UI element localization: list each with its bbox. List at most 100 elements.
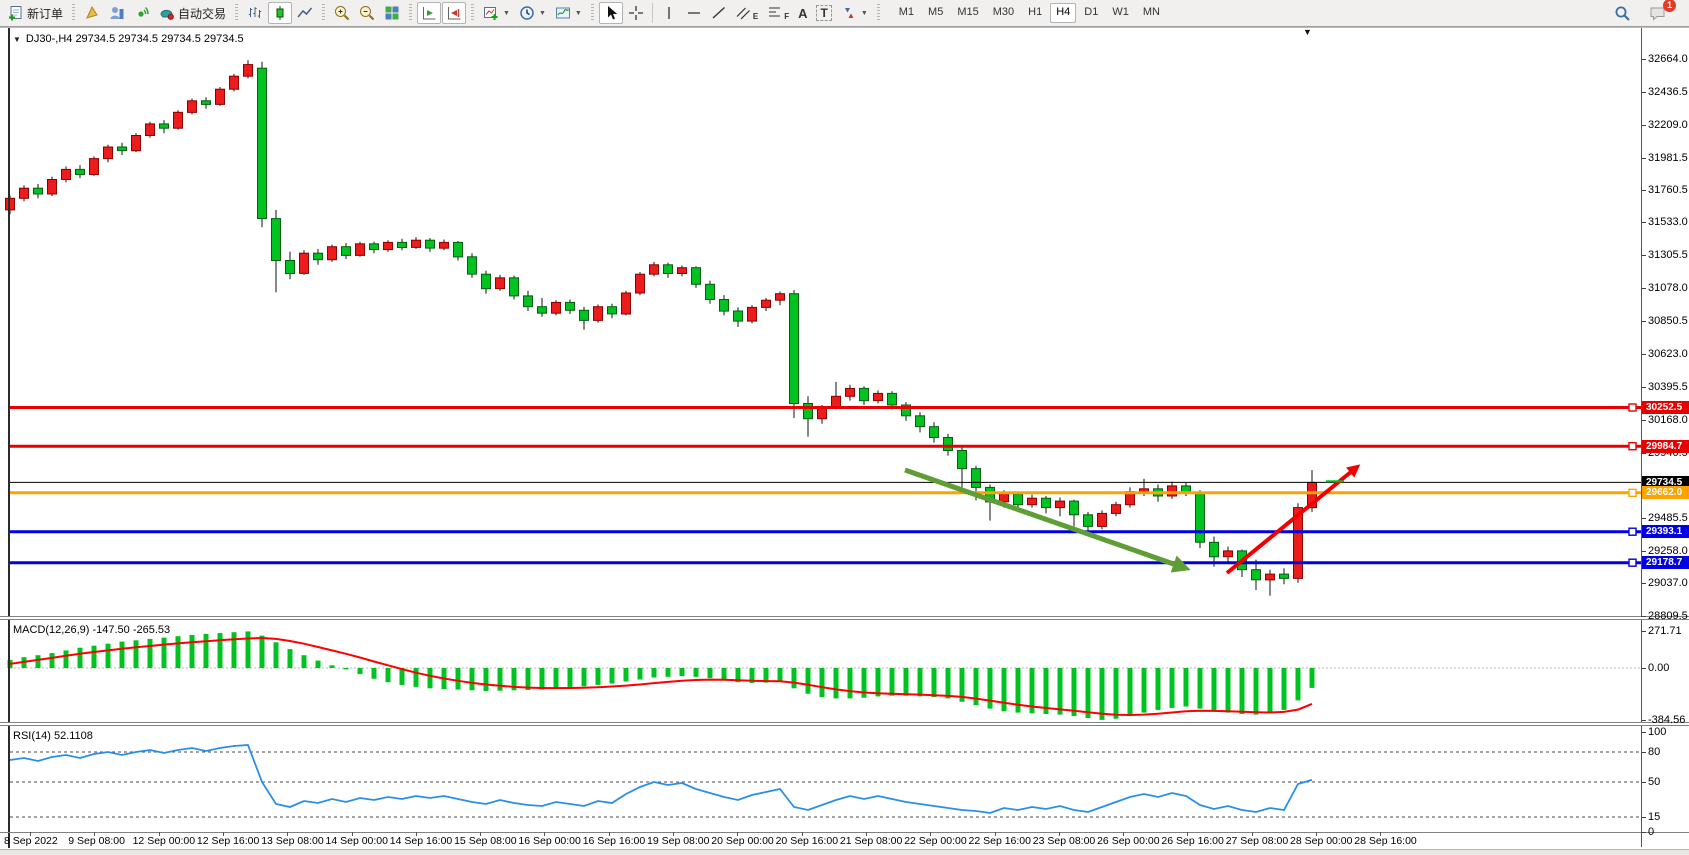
axis-tick: [1641, 832, 1646, 833]
macd-tick-label: 0.00: [1648, 662, 1669, 674]
candle: [874, 391, 883, 404]
candle: [832, 382, 841, 409]
rsi-tick-label: 50: [1648, 776, 1660, 788]
price-badge: 30252.5: [1642, 401, 1689, 414]
macd-histogram-bar: [456, 668, 461, 690]
candle: [412, 237, 421, 249]
rsi-panel-separator[interactable]: [0, 722, 1689, 726]
time-axis-tick: [1059, 832, 1060, 836]
candle: [1126, 487, 1135, 507]
candle: [678, 266, 687, 277]
candle: [258, 62, 267, 228]
time-axis-tick: [30, 832, 31, 836]
axis-tick: [1641, 222, 1646, 223]
price-tick-label: 30395.5: [1648, 381, 1688, 393]
time-axis-tick: [609, 832, 610, 836]
time-axis-label: 22 Sep 16:00: [969, 835, 1031, 847]
line-handle[interactable]: [1629, 404, 1636, 411]
line-handle[interactable]: [1629, 559, 1636, 566]
macd-histogram-bar: [190, 635, 195, 668]
macd-histogram-bar: [64, 650, 69, 668]
line-handle[interactable]: [1629, 489, 1636, 496]
candle: [90, 156, 99, 176]
price-tick-label: 30168.0: [1648, 414, 1688, 426]
time-axis-label: 14 Sep 16:00: [390, 835, 452, 847]
time-axis-tick: [802, 832, 803, 836]
candle: [160, 120, 169, 133]
macd-histogram-bar: [1002, 668, 1007, 711]
time-axis-label: 16 Sep 00:00: [518, 835, 580, 847]
downtrend-arrow[interactable]: [905, 470, 1185, 568]
macd-histogram-bar: [610, 668, 615, 684]
candle: [1028, 495, 1037, 508]
candle: [146, 122, 155, 138]
macd-histogram-bar: [722, 668, 727, 680]
macd-histogram-bar: [288, 649, 293, 668]
time-axis-line: [0, 832, 1689, 833]
macd-histogram-bar: [806, 668, 811, 694]
macd-histogram-bar: [1072, 668, 1077, 716]
macd-histogram-bar: [414, 668, 419, 687]
candle: [594, 305, 603, 323]
chart-title[interactable]: ▼ DJ30-,H4 29734.5 29734.5 29734.5 29734…: [13, 33, 244, 45]
candle: [1266, 570, 1275, 596]
time-axis-label: 26 Sep 16:00: [1161, 835, 1223, 847]
rsi-indicator-label: RSI(14) 52.1108: [13, 730, 93, 742]
candle: [566, 300, 575, 314]
price-tick-label: 31078.0: [1648, 282, 1688, 294]
axis-tick: [1641, 158, 1646, 159]
price-tick-label: 32436.5: [1648, 86, 1688, 98]
time-axis-label: 12 Sep 16:00: [197, 835, 259, 847]
candle: [930, 422, 939, 442]
candle: [720, 295, 729, 315]
line-handle[interactable]: [1629, 528, 1636, 535]
candle: [1056, 498, 1065, 517]
time-axis-label: 14 Sep 00:00: [326, 835, 388, 847]
macd-tick-label: -384.56: [1648, 714, 1685, 726]
macd-histogram-bar: [428, 668, 433, 688]
macd-histogram-bar: [834, 668, 839, 698]
candle: [902, 402, 911, 421]
time-axis-tick: [737, 832, 738, 836]
macd-histogram-bar: [694, 668, 699, 677]
time-axis-label: 9 Sep 08:00: [68, 835, 125, 847]
candle: [1224, 547, 1233, 563]
macd-panel-separator[interactable]: [0, 616, 1689, 620]
macd-histogram-bar: [848, 668, 853, 698]
axis-tick: [1641, 732, 1646, 733]
axis-tick: [1641, 288, 1646, 289]
chart-shift-marker[interactable]: ▼: [1303, 27, 1312, 37]
candle: [104, 145, 113, 162]
rsi-line: [10, 745, 1312, 813]
time-axis-tick: [223, 832, 224, 836]
time-axis-tick: [480, 832, 481, 836]
macd-histogram-bar: [918, 668, 923, 696]
macd-histogram-bar: [1310, 668, 1315, 688]
rsi-tick-label: 100: [1648, 726, 1666, 738]
candle: [328, 245, 337, 262]
macd-histogram-bar: [316, 661, 321, 668]
price-tick-label: 29037.0: [1648, 577, 1688, 589]
line-handle[interactable]: [1629, 443, 1636, 450]
macd-histogram-bar: [246, 631, 251, 668]
chevron-down-icon[interactable]: ▼: [13, 35, 21, 44]
candle: [202, 97, 211, 109]
time-axis-tick: [352, 832, 353, 836]
time-axis-label: 22 Sep 00:00: [904, 835, 966, 847]
candle: [370, 242, 379, 254]
macd-histogram-bar: [1156, 668, 1161, 710]
chart-canvas: [0, 0, 1689, 855]
macd-histogram-bar: [92, 646, 97, 668]
macd-histogram-bar: [1128, 668, 1133, 716]
axis-tick: [1641, 387, 1646, 388]
candle: [244, 60, 253, 78]
macd-histogram-bar: [148, 639, 153, 668]
candle: [132, 133, 141, 152]
axis-tick: [1641, 255, 1646, 256]
candle: [314, 249, 323, 265]
macd-histogram-bar: [498, 668, 503, 691]
macd-histogram-bar: [932, 668, 937, 697]
axis-tick: [1641, 59, 1646, 60]
candle: [300, 250, 309, 275]
macd-histogram-bar: [344, 668, 349, 669]
